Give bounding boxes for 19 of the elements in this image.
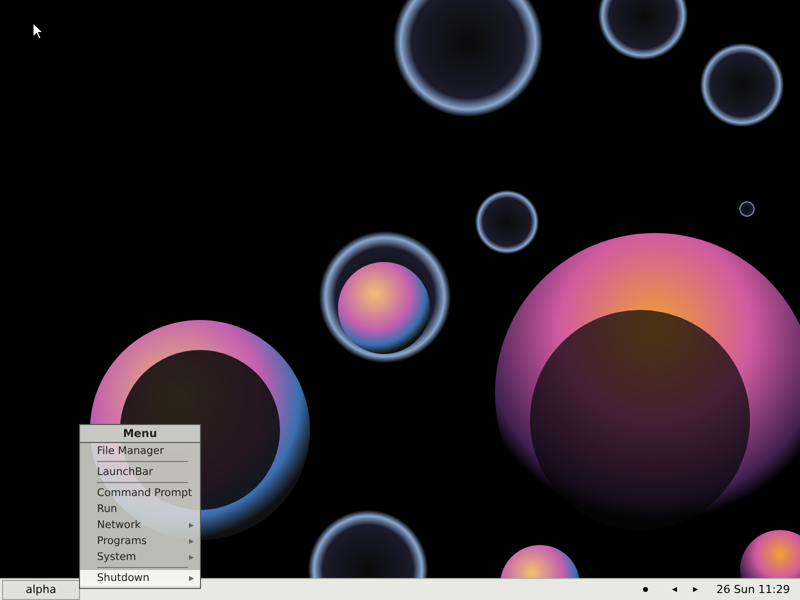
dot-icon[interactable] [643, 587, 648, 592]
menu-item[interactable]: Programs [80, 533, 200, 549]
menu-title: Menu [80, 425, 200, 443]
clock: 26 Sun 11:29 [716, 583, 790, 596]
right-arrow-icon[interactable] [693, 587, 698, 592]
submenu-arrow-icon [189, 538, 194, 544]
menu-item[interactable]: LaunchBar [80, 464, 200, 480]
menu-item[interactable]: Network [80, 517, 200, 533]
task-button[interactable]: alpha [2, 580, 80, 600]
mouse-pointer-icon [32, 22, 44, 40]
menu-item[interactable]: Command Prompt [80, 485, 200, 501]
submenu-arrow-icon [189, 554, 194, 560]
menu-item[interactable]: Shutdown [80, 570, 200, 586]
menu-item[interactable]: Run [80, 501, 200, 517]
submenu-arrow-icon [189, 522, 194, 528]
submenu-arrow-icon [189, 576, 194, 580]
menu-item[interactable]: File Manager [80, 443, 200, 459]
menu-item[interactable]: System [80, 549, 200, 565]
left-arrow-icon[interactable] [672, 587, 678, 592]
